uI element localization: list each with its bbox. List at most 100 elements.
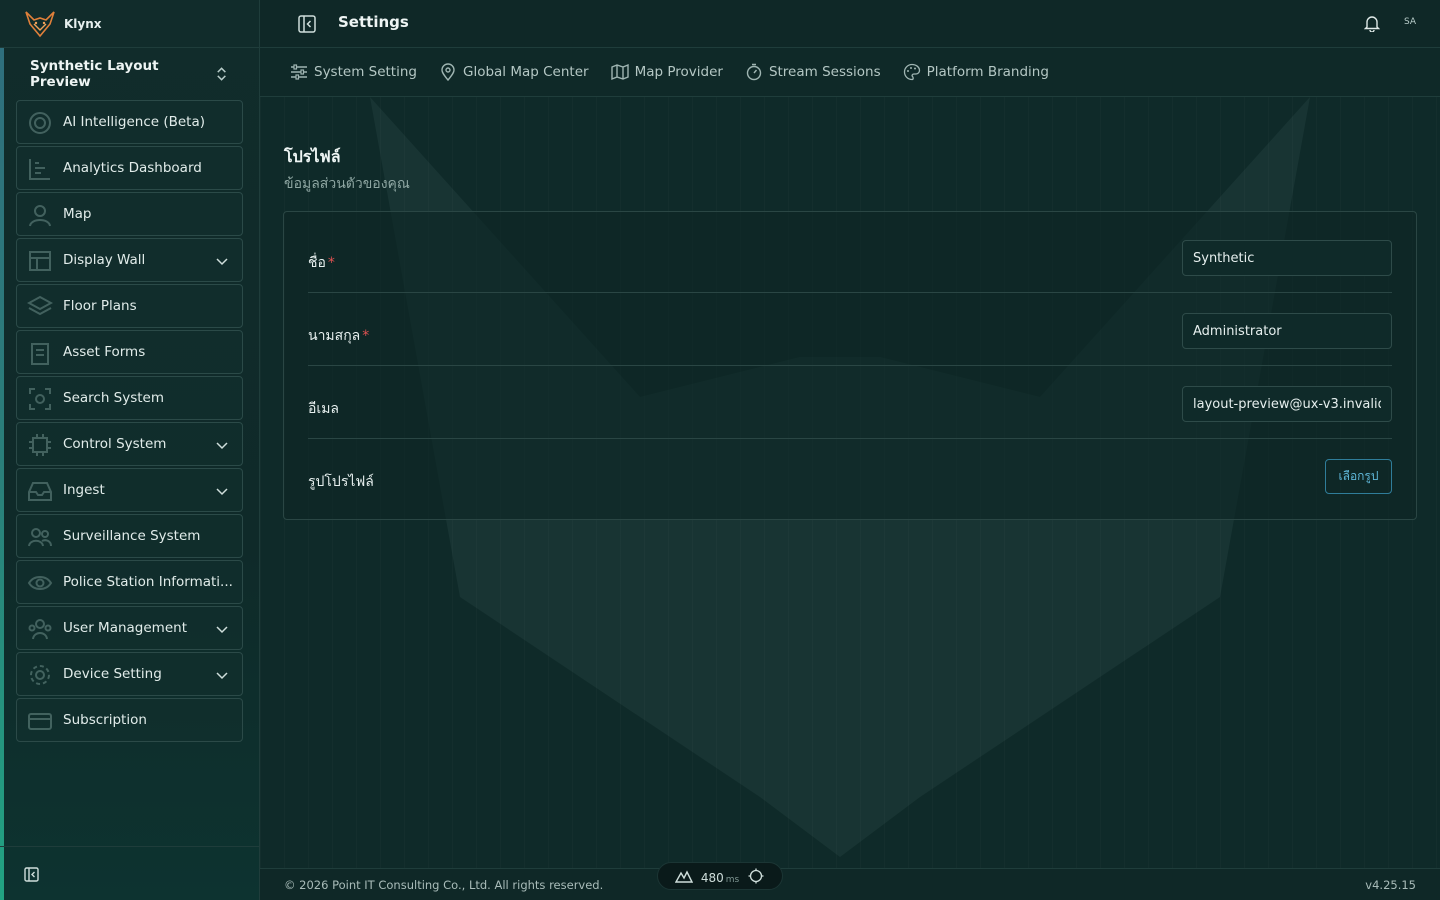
toggle-panel-icon[interactable] — [298, 15, 316, 33]
version-text: v4.25.15 — [1365, 878, 1416, 892]
last-name-label: นามสกุล * — [308, 325, 369, 347]
tab-global-map-center[interactable]: Global Map Center — [439, 63, 589, 81]
page-footer: © 2026 Point IT Consulting Co., Ltd. All… — [260, 868, 1440, 900]
sidebar-item-subscription[interactable]: Subscription — [16, 698, 243, 742]
workspace-switcher[interactable]: Synthetic Layout Preview — [0, 48, 259, 100]
sidebar-item-label: User Management — [63, 620, 187, 636]
brand[interactable]: Klynx — [0, 0, 259, 48]
page-title: Settings — [338, 13, 409, 31]
sidebar-item-ai-intelligence[interactable]: AI Intelligence (Beta) — [16, 100, 243, 144]
perf-widget[interactable]: 480 ms — [657, 862, 783, 890]
required-marker: * — [362, 328, 370, 344]
sidebar-item-label: Search System — [63, 390, 165, 406]
tab-label: System Setting — [314, 64, 417, 80]
sidebar-item-surveillance-system[interactable]: Surveillance System — [16, 514, 243, 558]
chart-icon — [29, 159, 50, 180]
sidebar-nav: AI Intelligence (Beta) Analytics Dashboa… — [16, 100, 243, 744]
sidebar-item-label: Surveillance System — [63, 528, 201, 544]
chevron-down-icon[interactable] — [216, 485, 228, 497]
tab-system-setting[interactable]: System Setting — [290, 63, 417, 81]
first-name-field[interactable] — [1182, 240, 1392, 276]
profile-subtitle: ข้อมูลส่วนตัวของคุณ — [284, 176, 410, 192]
main-content: โปรไฟล์ ข้อมูลส่วนตัวของคุณ ชื่อ* นามสกุ… — [260, 97, 1440, 868]
first-name-row: ชื่อ * — [308, 220, 1392, 293]
sidebar: Klynx Synthetic Layout Preview AI Intell… — [0, 0, 260, 900]
user-pin-icon — [29, 205, 51, 227]
profile-title: โปรไฟล์ — [284, 147, 341, 166]
map-icon — [610, 63, 629, 81]
brand-name: Klynx — [64, 16, 102, 31]
sidebar-item-label: AI Intelligence (Beta) — [63, 114, 206, 130]
sidebar-item-ingest[interactable]: Ingest — [16, 468, 243, 512]
sidebar-item-label: Display Wall — [63, 252, 146, 268]
collapse-sidebar-icon[interactable] — [24, 867, 39, 882]
profile-picture-label: รูปโปรไฟล์ — [308, 474, 374, 490]
people-icon — [28, 528, 52, 547]
sidebar-item-map[interactable]: Map — [16, 192, 243, 236]
workspace-name: Synthetic Layout Preview — [30, 58, 159, 90]
chevron-down-icon[interactable] — [216, 623, 228, 635]
last-name-field[interactable] — [1182, 313, 1392, 349]
sidebar-item-device-setting[interactable]: Device Setting — [16, 652, 243, 696]
sidebar-item-search-system[interactable]: Search System — [16, 376, 243, 420]
settings-tabs: System Setting Global Map Center Map Pro… — [260, 48, 1440, 97]
tab-platform-branding[interactable]: Platform Branding — [903, 63, 1049, 81]
inbox-icon — [28, 482, 52, 501]
tab-label: Map Provider — [634, 64, 723, 80]
eye-icon — [27, 576, 53, 590]
card-icon — [28, 713, 52, 730]
sidebar-item-label: Map — [63, 206, 92, 222]
profile-card: ชื่อ* นามสกุล* อีเมล รูปโปรไฟล์ เลือกรูป — [283, 211, 1417, 520]
sidebar-accent-bar — [0, 48, 4, 900]
perf-unit: ms — [725, 874, 740, 885]
chevron-down-icon[interactable] — [216, 439, 228, 451]
sidebar-item-label: Floor Plans — [63, 298, 137, 314]
email-row: อีเมล — [308, 366, 1392, 439]
clipboard-icon — [31, 343, 49, 365]
copyright-text: © 2026 Point IT Consulting Co., Ltd. All… — [284, 878, 604, 892]
mountain-logo-icon — [674, 870, 693, 883]
sidebar-item-display-wall[interactable]: Display Wall — [16, 238, 243, 282]
sidebar-item-asset-forms[interactable]: Asset Forms — [16, 330, 243, 374]
sidebar-item-label: Police Station Informati... — [63, 574, 233, 590]
sidebar-item-label: Ingest — [63, 482, 105, 498]
tab-label: Platform Branding — [926, 64, 1049, 80]
sidebar-item-label: Subscription — [63, 712, 147, 728]
scan-icon — [29, 388, 51, 410]
first-name-label-text: ชื่อ — [308, 255, 326, 271]
sidebar-item-label: Device Setting — [63, 666, 162, 682]
users-icon — [28, 619, 52, 640]
chevron-up-down-icon — [217, 67, 226, 81]
profile-picture-row: รูปโปรไฟล์ เลือกรูป — [308, 439, 1392, 512]
sidebar-item-floor-plans[interactable]: Floor Plans — [16, 284, 243, 328]
layout-icon — [29, 251, 51, 271]
bell-icon[interactable] — [1364, 15, 1380, 32]
tab-map-provider[interactable]: Map Provider — [610, 63, 723, 81]
first-name-label: ชื่อ * — [308, 252, 335, 274]
stopwatch-icon — [746, 63, 762, 81]
palette-icon — [903, 63, 920, 81]
layers-icon — [27, 295, 53, 316]
sidebar-item-police-station[interactable]: Police Station Informati... — [16, 560, 243, 604]
sidebar-item-label: Asset Forms — [63, 344, 146, 360]
avatar[interactable]: SA — [1404, 17, 1416, 27]
chevron-down-icon[interactable] — [216, 255, 228, 267]
choose-picture-button[interactable]: เลือกรูป — [1325, 459, 1392, 494]
gear-icon — [30, 665, 50, 685]
tab-label: Stream Sessions — [768, 64, 881, 80]
last-name-row: นามสกุล * — [308, 293, 1392, 366]
chip-icon — [29, 434, 51, 456]
tab-stream-sessions[interactable]: Stream Sessions — [745, 63, 881, 81]
crosshair-icon[interactable] — [747, 868, 765, 884]
sliders-icon — [291, 64, 307, 80]
sidebar-item-analytics-dashboard[interactable]: Analytics Dashboard — [16, 146, 243, 190]
perf-value: 480 — [700, 870, 724, 885]
fox-logo-icon — [25, 10, 55, 37]
sidebar-item-user-management[interactable]: User Management — [16, 606, 243, 650]
sidebar-item-label: Analytics Dashboard — [63, 160, 202, 176]
chevron-down-icon[interactable] — [216, 669, 228, 681]
sidebar-item-control-system[interactable]: Control System — [16, 422, 243, 466]
email-field[interactable] — [1182, 386, 1392, 422]
email-label: อีเมล — [308, 401, 340, 417]
sidebar-item-label: Control System — [63, 436, 167, 452]
